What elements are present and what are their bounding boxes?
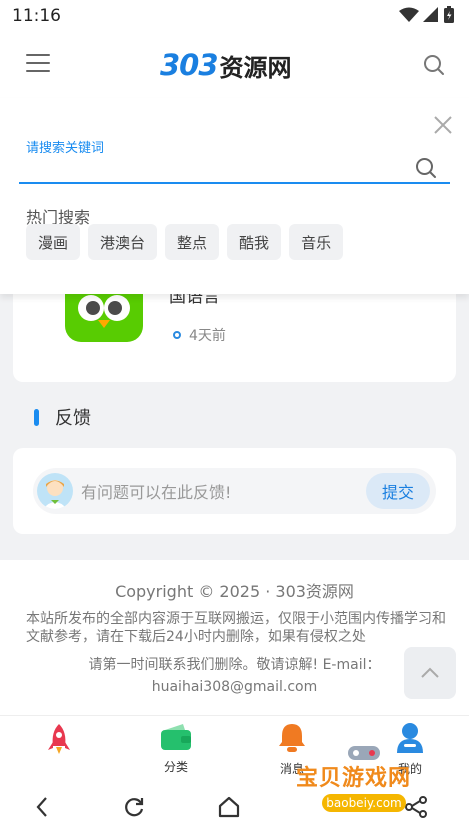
hot-tag[interactable]: 港澳台: [88, 224, 158, 260]
status-icons: [399, 6, 455, 24]
close-icon[interactable]: [432, 114, 454, 136]
status-bar: 11:16: [0, 0, 469, 32]
status-time: 11:16: [12, 6, 61, 26]
app-time: 4天前: [189, 328, 226, 344]
search-icon[interactable]: [415, 157, 437, 179]
watermark-text: 宝贝游戏网: [296, 765, 412, 791]
rocket-icon: [48, 724, 70, 754]
back-to-top-button[interactable]: [404, 647, 456, 699]
tab-label-category: 分类: [163, 760, 188, 774]
hot-tag[interactable]: 漫画: [26, 224, 81, 260]
refresh-icon[interactable]: [121, 794, 147, 820]
menu-icon[interactable]: [26, 54, 50, 74]
hot-search-tags: 漫画 港澳台 整点 酷我 音乐: [26, 224, 344, 260]
disclaimer-text: 本站所发布的全部内容源于互联网搬运，仅限于小范围内传播学习和文献参考，请在下载后…: [26, 611, 446, 645]
hot-tag[interactable]: 整点: [165, 224, 220, 260]
app-header: 303 资源网: [0, 32, 469, 98]
contact-email[interactable]: huaihai308@gmail.com: [0, 676, 469, 698]
site-footer: Copyright © 2025 · 303资源网 本站所发布的全部内容源于互联…: [0, 560, 469, 715]
tab-home[interactable]: [29, 722, 89, 762]
battery-icon: [444, 6, 454, 23]
back-icon[interactable]: [30, 794, 56, 820]
search-icon[interactable]: [423, 54, 445, 76]
chevron-up-icon: [421, 667, 439, 678]
site-logo[interactable]: 303 资源网: [160, 48, 292, 82]
watermark-url: baobeiy.com: [322, 794, 406, 812]
hot-tag[interactable]: 酷我: [227, 224, 282, 260]
hot-tag[interactable]: 音乐: [289, 224, 344, 260]
copyright-text: Copyright © 2025 · 303资源网: [115, 582, 354, 601]
wallet-icon: [161, 724, 191, 750]
tab-category[interactable]: 分类: [146, 722, 206, 775]
feedback-heading: 反馈: [34, 404, 91, 430]
gamepad-icon: [348, 746, 380, 760]
contact-line: 请第一时间联系我们删除。敬请谅解! E-mail：: [88, 657, 381, 673]
feedback-title: 反馈: [55, 408, 91, 429]
search-input[interactable]: [19, 156, 450, 184]
feedback-card: 有问题可以在此反馈! 提交: [13, 448, 456, 534]
watermark-logo: 宝贝游戏网 baobeiy.com: [296, 742, 436, 822]
heading-accent-bar: [34, 408, 39, 426]
avatar: [37, 473, 73, 509]
signal-icon: [423, 7, 438, 22]
search-panel: 请搜索关键词 热门搜索 漫画 港澳台 整点 酷我 音乐: [0, 98, 469, 294]
home-icon[interactable]: [216, 794, 242, 820]
feedback-placeholder[interactable]: 有问题可以在此反馈!: [81, 479, 366, 503]
contact-info: 请第一时间联系我们删除。敬请谅解! E-mail： huaihai308@gma…: [0, 654, 469, 698]
time-dot-icon: [173, 331, 181, 339]
logo-number: 303: [160, 48, 219, 82]
logo-text: 资源网: [219, 53, 292, 82]
feedback-input[interactable]: 有问题可以在此反馈! 提交: [33, 468, 436, 514]
wifi-icon: [399, 7, 419, 22]
search-label: 请搜索关键词: [26, 141, 105, 156]
submit-button[interactable]: 提交: [366, 473, 430, 509]
